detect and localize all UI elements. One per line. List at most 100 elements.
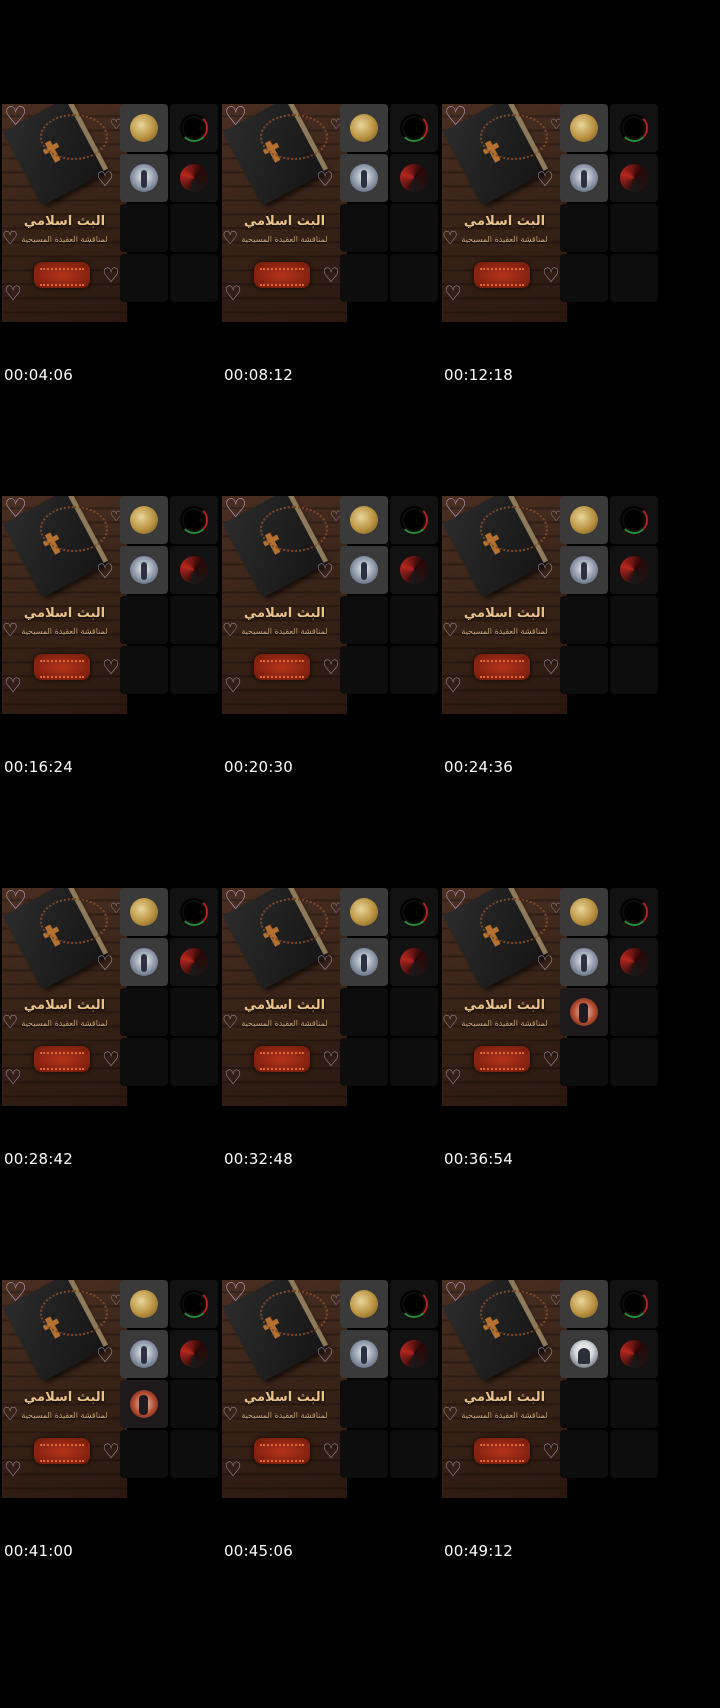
participant-tile[interactable]	[120, 1380, 168, 1428]
contact-sheet: ♡ ♡ ♡ ♡ ♡ ♡ البث اسلامي لمناقشة العقيدة المسيحي…	[0, 0, 720, 1708]
participant-tile[interactable]	[560, 888, 608, 936]
participant-tile[interactable]	[120, 1330, 168, 1378]
participant-tile[interactable]	[390, 1330, 438, 1378]
heart-icon: ♡	[224, 673, 242, 697]
empty-participant-tile	[340, 254, 388, 302]
empty-participant-tile	[340, 646, 388, 694]
participant-tile[interactable]	[170, 1280, 218, 1328]
rosary-graphic	[40, 506, 108, 552]
gold-avatar-icon	[130, 1290, 158, 1318]
participant-tile[interactable]	[340, 104, 388, 152]
participant-tile[interactable]	[120, 496, 168, 544]
participant-tile[interactable]	[560, 988, 608, 1036]
participant-tile[interactable]	[170, 888, 218, 936]
participant-tile[interactable]	[560, 496, 608, 544]
participant-tile[interactable]	[610, 1280, 658, 1328]
participant-tile[interactable]	[340, 938, 388, 986]
participant-tile[interactable]	[120, 938, 168, 986]
poster-subtitle: لمناقشة العقيدة المسيحية	[21, 627, 108, 636]
poster-title: البث اسلامي	[243, 606, 326, 621]
heart-icon: ♡	[224, 281, 242, 305]
stream-poster: ♡ ♡ ♡ ♡ ♡ ♡ البث اسلامي لمناقشة العقيدة المسيحي…	[2, 104, 127, 322]
heart-icon: ♡	[444, 673, 462, 697]
poster-subtitle: لمناقشة العقيدة المسيحية	[241, 235, 328, 244]
participant-tile[interactable]	[390, 546, 438, 594]
frame-timestamp: 00:32:48	[224, 1150, 293, 1168]
participant-tile[interactable]	[560, 1280, 608, 1328]
participant-tile[interactable]	[610, 1330, 658, 1378]
participant-tile[interactable]	[390, 154, 438, 202]
poster-subtitle: لمناقشة العقيدة المسيحية	[21, 1019, 108, 1028]
frame-cell: ♡ ♡ ♡ ♡ ♡ ♡ البث اسلامي لمناقشة العقيدة المسيحي…	[0, 392, 240, 819]
participant-tile[interactable]	[120, 546, 168, 594]
participant-tile[interactable]	[610, 938, 658, 986]
empty-participant-tile	[610, 1380, 658, 1428]
participant-tile[interactable]	[390, 888, 438, 936]
poster-title: البث اسلامي	[243, 998, 326, 1013]
video-frame: ♡ ♡ ♡ ♡ ♡ ♡ البث اسلامي لمناقشة العقيدة المسيحي…	[222, 888, 458, 1106]
calligraphy-seal	[254, 262, 310, 288]
participant-tile[interactable]	[390, 1280, 438, 1328]
heart-icon: ♡	[224, 104, 248, 132]
gold-avatar-icon	[570, 114, 598, 142]
poster-subtitle: لمناقشة العقيدة المسيحية	[461, 1411, 548, 1420]
participant-tile[interactable]	[120, 154, 168, 202]
participant-tile[interactable]	[610, 888, 658, 936]
participant-tile[interactable]	[170, 938, 218, 986]
participant-tile[interactable]	[560, 938, 608, 986]
participant-tile[interactable]	[560, 154, 608, 202]
participant-tile[interactable]	[560, 1330, 608, 1378]
participant-tile[interactable]	[120, 1280, 168, 1328]
calligraphy-seal	[474, 1046, 530, 1072]
participant-tile[interactable]	[390, 938, 438, 986]
heart-icon: ♡	[316, 167, 334, 191]
participant-tile[interactable]	[560, 546, 608, 594]
participant-tile[interactable]	[340, 546, 388, 594]
participant-tile[interactable]	[560, 104, 608, 152]
empty-participant-tile	[560, 1038, 608, 1086]
frame-cell: ♡ ♡ ♡ ♡ ♡ ♡ البث اسلامي لمناقشة العقيدة المسيحي…	[220, 1176, 460, 1603]
heart-icon: ♡	[4, 1280, 28, 1308]
heart-icon: ♡	[536, 167, 554, 191]
participant-tile[interactable]	[340, 154, 388, 202]
stream-poster: ♡ ♡ ♡ ♡ ♡ ♡ البث اسلامي لمناقشة العقيدة المسيحي…	[442, 888, 567, 1106]
participant-tile[interactable]	[340, 496, 388, 544]
poster-title: البث اسلامي	[243, 214, 326, 229]
participant-tile[interactable]	[610, 546, 658, 594]
participant-tile[interactable]	[120, 104, 168, 152]
participant-tile[interactable]	[120, 888, 168, 936]
red-avatar-icon	[180, 948, 208, 976]
heart-icon: ♡	[444, 888, 468, 916]
gold-avatar-icon	[350, 114, 378, 142]
participant-tile[interactable]	[340, 1330, 388, 1378]
heart-icon: ♡	[96, 167, 114, 191]
empty-participant-tile	[390, 646, 438, 694]
empty-participant-tile	[170, 596, 218, 644]
participant-tile[interactable]	[610, 104, 658, 152]
participant-tile[interactable]	[170, 1330, 218, 1378]
participant-tile[interactable]	[170, 496, 218, 544]
frame-timestamp: 00:45:06	[224, 1542, 293, 1560]
participant-tile[interactable]	[170, 104, 218, 152]
stream-poster: ♡ ♡ ♡ ♡ ♡ ♡ البث اسلامي لمناقشة العقيدة المسيحي…	[222, 888, 347, 1106]
heart-icon: ♡	[224, 1065, 242, 1089]
calligraphy-seal	[34, 1046, 90, 1072]
red-avatar-icon	[180, 1340, 208, 1368]
participant-tile[interactable]	[390, 496, 438, 544]
heart-icon: ♡	[4, 1065, 22, 1089]
man-avatar-icon	[570, 948, 598, 976]
participant-tile[interactable]	[340, 1280, 388, 1328]
ring-avatar-icon	[180, 898, 208, 926]
participant-tile[interactable]	[340, 888, 388, 936]
heart-icon: ♡	[4, 281, 22, 305]
empty-participant-tile	[170, 646, 218, 694]
participant-tile[interactable]	[610, 496, 658, 544]
heart-icon: ♡	[322, 263, 340, 287]
empty-participant-tile	[120, 1038, 168, 1086]
participant-tile[interactable]	[610, 154, 658, 202]
frame-timestamp: 00:20:30	[224, 758, 293, 776]
participant-tile[interactable]	[170, 154, 218, 202]
participant-tile[interactable]	[170, 546, 218, 594]
participant-tile[interactable]	[390, 104, 438, 152]
heart-icon: ♡	[316, 951, 334, 975]
